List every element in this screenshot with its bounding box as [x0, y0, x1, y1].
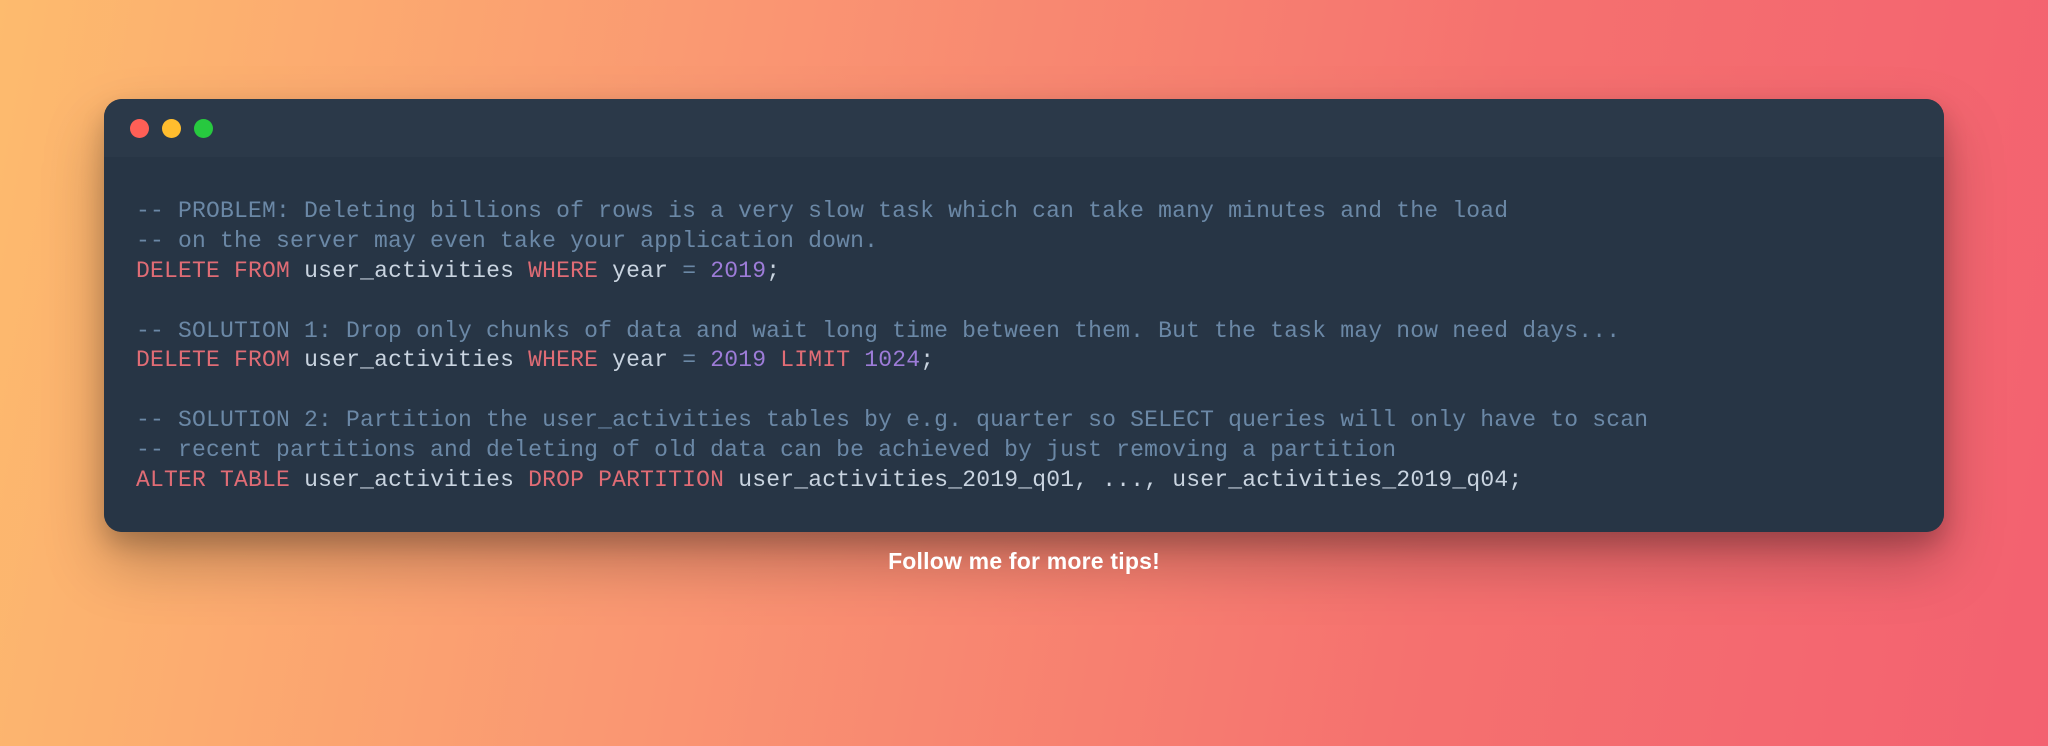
code-content: -- PROBLEM: Deleting billions of rows is… [136, 197, 1912, 496]
zoom-icon[interactable] [194, 119, 213, 138]
window-titlebar [104, 99, 1944, 157]
close-icon[interactable] [130, 119, 149, 138]
minimize-icon[interactable] [162, 119, 181, 138]
footer-text: Follow me for more tips! [0, 548, 2048, 575]
code-window: -- PROBLEM: Deleting billions of rows is… [104, 99, 1944, 532]
code-area: -- PROBLEM: Deleting billions of rows is… [104, 157, 1944, 532]
